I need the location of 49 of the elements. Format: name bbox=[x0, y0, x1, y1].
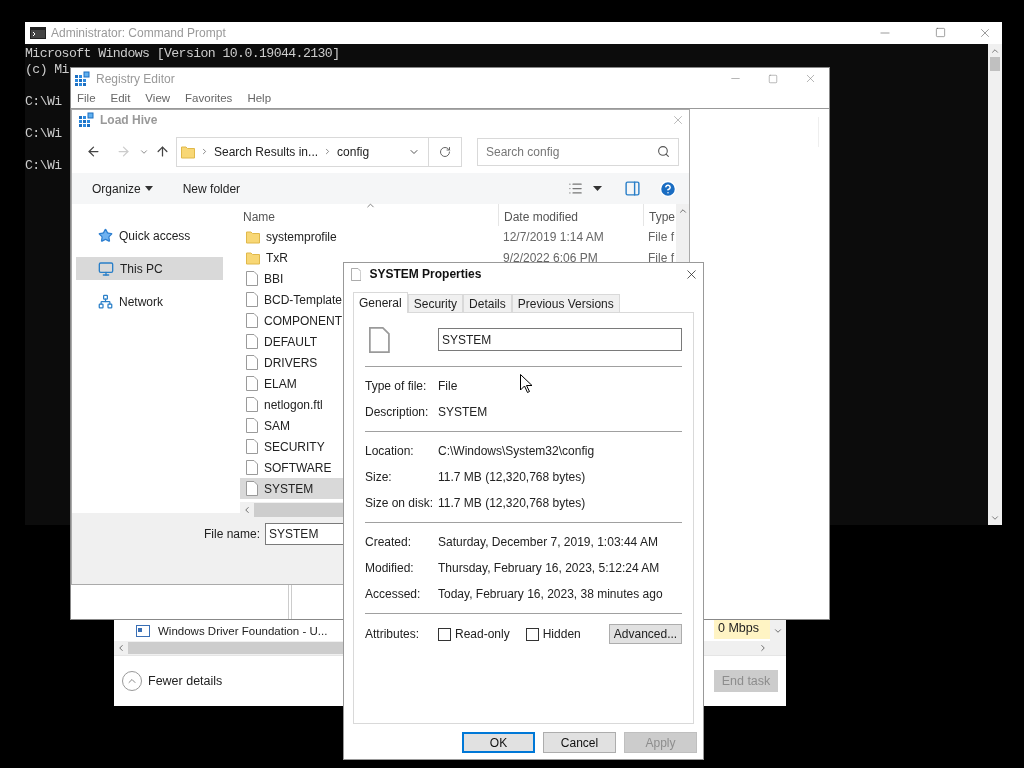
property-value: 11.7 MB (12,320,768 bytes) bbox=[438, 469, 586, 486]
console-line: Microsoft Windows [Version 10.0.19044.2130] bbox=[25, 46, 340, 62]
file-name-label: File name: bbox=[204, 525, 261, 543]
property-label: Attributes: bbox=[365, 626, 421, 643]
property-value: SYSTEM bbox=[438, 404, 488, 421]
property-value: Today, February 16, 2023, 38 minutes ago bbox=[438, 586, 663, 603]
file-name: TxR bbox=[266, 249, 288, 267]
window-title: Administrator: Command Prompt bbox=[51, 25, 226, 42]
property-label: Accessed: bbox=[365, 586, 422, 603]
file-name: BBI bbox=[264, 270, 284, 288]
property-value: Thursday, February 16, 2023, 5:12:24 AM bbox=[438, 560, 660, 577]
property-value: C:\Windows\System32\config bbox=[438, 443, 595, 460]
property-label: Size: bbox=[365, 469, 393, 486]
property-value: File bbox=[438, 378, 458, 395]
console-line: C:\Wi bbox=[25, 126, 62, 142]
console-line: C:\Wi bbox=[25, 94, 62, 110]
property-label: Modified: bbox=[365, 560, 415, 577]
search-placeholder: Search config bbox=[486, 143, 560, 161]
checkbox-label: Read-only bbox=[455, 626, 510, 643]
console-line: (c) Mi bbox=[25, 62, 69, 78]
dialog-title: Load Hive bbox=[100, 112, 158, 129]
property-label: Location: bbox=[365, 443, 415, 460]
file-name: BCD-Template bbox=[264, 291, 342, 309]
property-label: Description: bbox=[365, 404, 430, 421]
file-name: DRIVERS bbox=[264, 354, 318, 372]
checkbox-label: Hidden bbox=[542, 626, 581, 643]
property-value: 11.7 MB (12,320,768 bytes) bbox=[438, 495, 586, 512]
file-name: systemprofile bbox=[266, 228, 337, 246]
file-name: SECURITY bbox=[264, 438, 325, 456]
date-modified: 9/2/2022 6:06 PM bbox=[502, 249, 599, 267]
file-type: File f bbox=[647, 228, 674, 246]
property-label: Type of file: bbox=[365, 378, 428, 395]
file-name: netlogon.ftl bbox=[264, 396, 323, 414]
network-usage: 0 Mbps bbox=[714, 619, 770, 639]
file-name: DEFAULT bbox=[264, 333, 318, 351]
file-name: SAM bbox=[264, 417, 290, 435]
file-name: COMPONENT bbox=[264, 312, 342, 330]
file-name: SYSTEM bbox=[264, 480, 314, 498]
process-name: Windows Driver Foundation - U... bbox=[158, 624, 328, 639]
dialog-title: SYSTEM Properties bbox=[369, 266, 482, 283]
date-modified: 12/7/2019 1:14 AM bbox=[502, 228, 605, 246]
file-name: ELAM bbox=[264, 375, 297, 393]
console-line: C:\Wi bbox=[25, 158, 62, 174]
file-type: File f bbox=[647, 249, 674, 267]
window-title: Registry Editor bbox=[96, 70, 175, 88]
property-label: Size on disk: bbox=[365, 495, 435, 512]
property-value: Saturday, December 7, 2019, 1:03:44 AM bbox=[438, 534, 658, 551]
property-label: Created: bbox=[365, 534, 413, 551]
file-name: SOFTWARE bbox=[264, 459, 332, 477]
